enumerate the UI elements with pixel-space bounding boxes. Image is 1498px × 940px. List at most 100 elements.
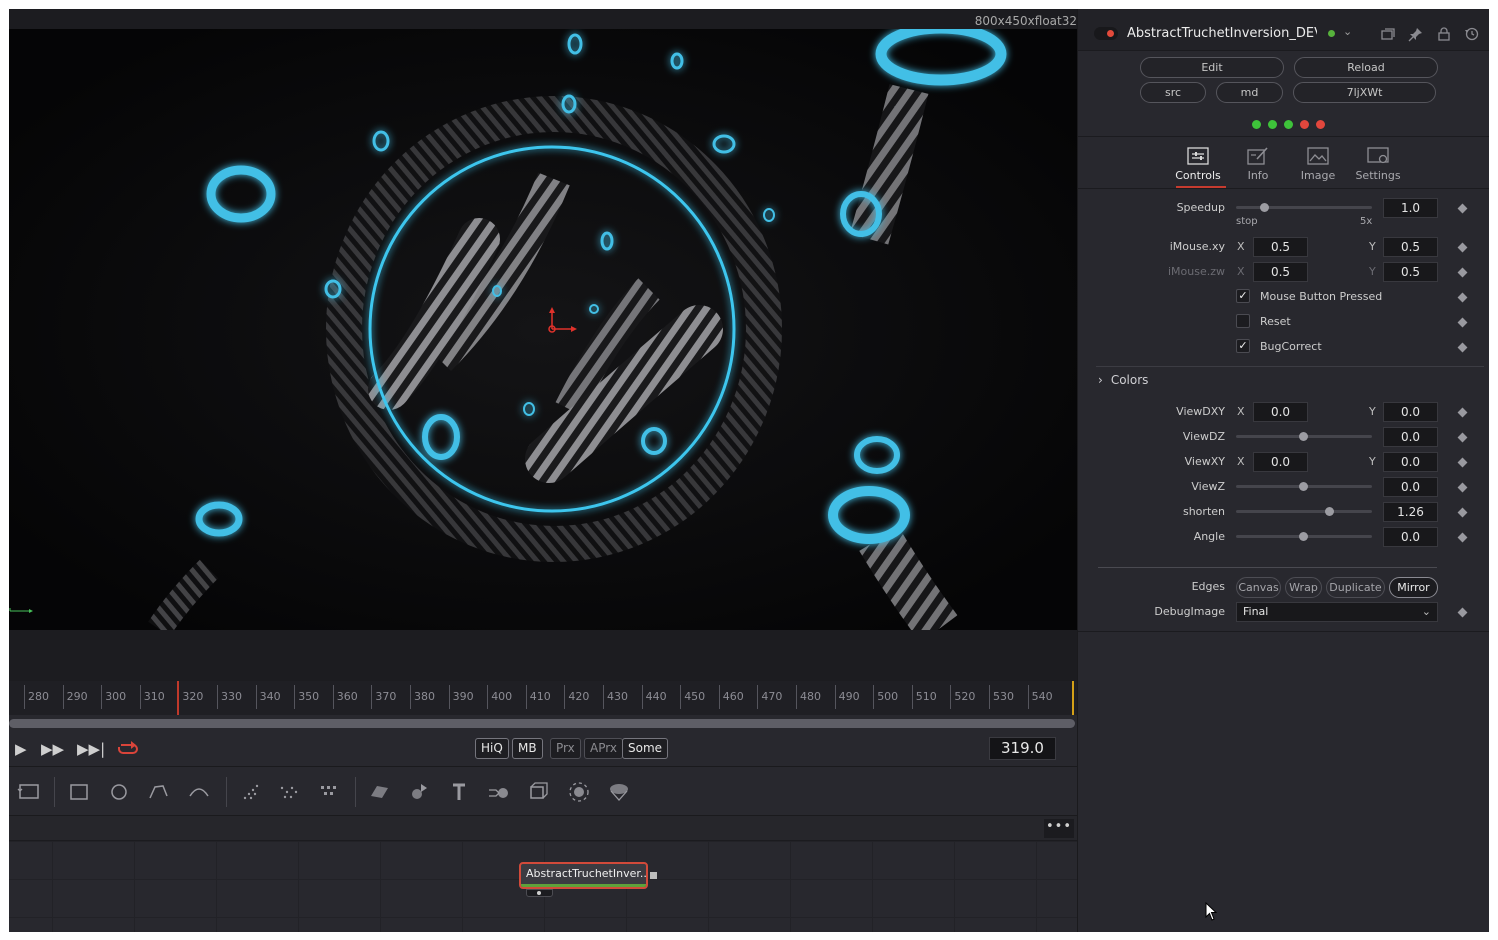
viewdz-slider[interactable] [1236,432,1372,441]
imouse-w-field[interactable]: 0.5 [1383,262,1438,282]
shorten-field[interactable]: 1.26 [1383,502,1438,522]
bugcorrect-checkbox[interactable]: ✓ [1236,339,1250,353]
tab-info[interactable]: Info [1228,147,1288,182]
imouse-x-field[interactable]: 0.5 [1253,237,1308,257]
slider-thumb[interactable] [1260,203,1269,212]
slider-thumb[interactable] [1299,432,1308,441]
src-button[interactable]: src [1140,82,1206,103]
particle-render-icon[interactable] [277,780,301,804]
quality-button-mb[interactable]: MB [512,738,543,759]
camera-3d-icon[interactable] [527,780,551,804]
background-icon[interactable] [17,780,41,804]
viewdxy-y-field[interactable]: 0.0 [1383,402,1438,422]
slider-thumb[interactable] [1299,532,1308,541]
viewdz-field[interactable]: 0.0 [1383,427,1438,447]
keyframe-icon[interactable] [1457,532,1468,543]
viewz-field[interactable]: 0.0 [1383,477,1438,497]
pin-icon[interactable] [1408,26,1424,42]
edges-duplicate-button[interactable]: Duplicate [1326,577,1385,598]
rectangle-mask-icon[interactable] [67,780,91,804]
hash-button[interactable]: 7ljXWt [1293,82,1436,103]
viewxy-x-field[interactable]: 0.0 [1253,452,1308,472]
keyframe-icon[interactable] [1457,203,1468,214]
viewz-slider[interactable] [1236,482,1372,491]
imouse-y-field[interactable]: 0.5 [1383,237,1438,257]
ellipse-mask-icon[interactable] [107,780,131,804]
play-icon[interactable]: ▶ [15,740,27,758]
slider-thumb[interactable] [1325,507,1334,516]
renderer-3d-icon[interactable] [567,780,591,804]
shape-3d-icon[interactable] [407,780,431,804]
chevron-down-icon[interactable]: ⌄ [1343,25,1352,38]
node-color-dot[interactable] [1328,30,1335,37]
lock-icon[interactable] [1436,26,1452,42]
merge-3d-icon[interactable] [487,780,511,804]
tab-settings[interactable]: Settings [1348,147,1408,182]
playhead[interactable] [177,681,179,715]
tab-controls[interactable]: Controls [1168,147,1228,182]
edges-mirror-button[interactable]: Mirror [1389,577,1438,598]
node-output-port[interactable] [650,872,657,879]
reset-checkbox[interactable] [1236,314,1250,328]
keyframe-icon[interactable] [1457,317,1468,328]
particle-style-icon[interactable] [317,780,341,804]
mouse-button-pressed-checkbox[interactable]: ✓ [1236,289,1250,303]
keyframe-icon[interactable] [1457,407,1468,418]
viewer-panel[interactable]: 800x450xfloat32 [9,9,1077,681]
render-canvas[interactable] [9,29,1077,630]
loop-icon[interactable] [117,740,139,757]
keyframe-icon[interactable] [1457,242,1468,253]
edges-canvas-button[interactable]: Canvas [1236,577,1281,598]
polygon-mask-icon[interactable] [147,780,171,804]
image-plane-3d-icon[interactable] [367,780,391,804]
keyframe-icon[interactable] [1457,292,1468,303]
keyframe-icon[interactable] [1457,342,1468,353]
render-end-marker[interactable] [1072,681,1074,715]
node-graph[interactable]: AbstractTruchetInver... [9,841,1077,932]
angle-field[interactable]: 0.0 [1383,527,1438,547]
keyframe-icon[interactable] [1457,457,1468,468]
slider-thumb[interactable] [1299,482,1308,491]
keyframe-icon[interactable] [1457,482,1468,493]
edges-wrap-button[interactable]: Wrap [1285,577,1322,598]
keyframe-icon[interactable] [1457,607,1468,618]
speedup-slider[interactable] [1236,203,1372,212]
versions-icon[interactable] [1380,26,1396,42]
bspline-mask-icon[interactable] [187,780,211,804]
current-frame-field[interactable]: 319.0 [989,737,1056,760]
tab-image[interactable]: Image [1288,147,1348,182]
fbx-loader-icon[interactable] [607,780,631,804]
debugimage-select[interactable]: Final ⌄ [1236,602,1438,622]
quality-button-aprx[interactable]: APrx [584,738,623,759]
node-enable-toggle[interactable] [1094,27,1118,40]
keyframe-icon[interactable] [1457,432,1468,443]
keyframe-icon[interactable] [1457,267,1468,278]
quality-button-some[interactable]: Some [622,738,669,759]
shorten-slider[interactable] [1236,507,1372,516]
reload-button[interactable]: Reload [1294,57,1438,78]
colors-group-header[interactable]: › Colors [1098,373,1148,387]
tab-label: Settings [1355,169,1401,182]
viewdxy-x-field[interactable]: 0.0 [1253,402,1308,422]
node-input-port[interactable] [526,889,553,897]
shader-node[interactable]: AbstractTruchetInver... [519,862,648,889]
go-to-end-icon[interactable]: ▶▶| [77,740,105,758]
edit-button[interactable]: Edit [1140,57,1284,78]
timeline-ruler[interactable]: 280 290 300 310 320 330 340 350 360 370 380 390 400 4… [9,681,1077,715]
viewxy-y-field[interactable]: 0.0 [1383,452,1438,472]
quality-button-hiq[interactable]: HiQ [475,738,509,759]
md-button[interactable]: md [1216,82,1283,103]
reset-icon[interactable] [1464,26,1480,42]
timeline-scrollbar[interactable] [9,719,1075,728]
divider [1096,366,1484,367]
angle-slider[interactable] [1236,532,1372,541]
particle-emitter-icon[interactable] [239,780,263,804]
speedup-field[interactable]: 1.0 [1383,198,1438,218]
keyframe-icon[interactable] [1457,507,1468,518]
more-options-button[interactable]: ••• [1044,819,1074,838]
quality-button-prx[interactable]: Prx [550,738,581,759]
fast-forward-icon[interactable]: ▶▶ [41,740,64,758]
text-3d-icon[interactable] [447,780,471,804]
imouse-z-field[interactable]: 0.5 [1253,262,1308,282]
ruler-tick-label: 450 [680,685,705,709]
